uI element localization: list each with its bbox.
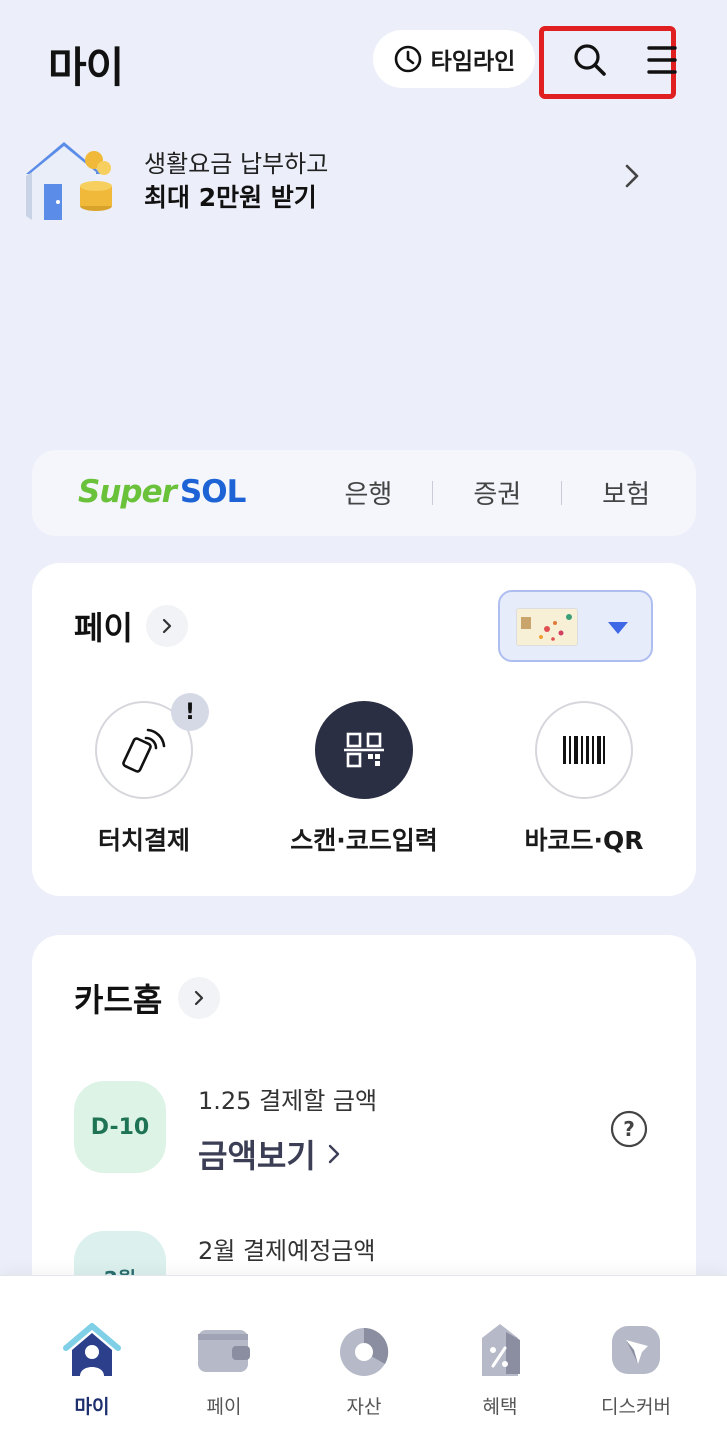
payment-due-label: 1.25 결제할 금액 bbox=[198, 1087, 378, 1115]
promo-line2: 최대 2만원 받기 bbox=[144, 183, 317, 212]
chevron-right-icon bbox=[162, 618, 172, 634]
divider bbox=[561, 480, 563, 505]
view-amount-link[interactable]: 금액보기 bbox=[198, 1131, 342, 1177]
divider bbox=[432, 480, 434, 505]
cardhome-more-button[interactable] bbox=[178, 977, 220, 1019]
link-securities[interactable]: 증권 bbox=[473, 474, 521, 511]
supersol-strip: Super SOL 은행 증권 보험 bbox=[32, 450, 696, 536]
chevron-down-icon bbox=[608, 622, 628, 634]
svg-text:?: ? bbox=[623, 1117, 635, 1141]
search-button[interactable] bbox=[568, 38, 612, 82]
nav-item-benefits[interactable]: 혜택 bbox=[440, 1318, 560, 1419]
pay-title[interactable]: 페이 bbox=[74, 603, 133, 649]
touch-pay-action[interactable]: ! 터치결제 bbox=[64, 693, 224, 857]
link-bank[interactable]: 은행 bbox=[344, 474, 392, 511]
qr-scan-icon bbox=[344, 732, 384, 768]
touch-pay-circle: ! bbox=[95, 693, 209, 799]
search-icon bbox=[574, 44, 606, 76]
pay-more-button[interactable] bbox=[146, 605, 188, 647]
promo-banner[interactable]: 생활요금 납부하고 최대 2만원 받기 bbox=[0, 118, 727, 238]
link-insurance[interactable]: 보험 bbox=[602, 474, 650, 511]
scan-code-circle bbox=[315, 701, 413, 799]
wallet-icon bbox=[192, 1318, 256, 1382]
nav-item-pay[interactable]: 페이 bbox=[164, 1318, 284, 1419]
nav-item-my[interactable]: 마이 bbox=[32, 1318, 152, 1419]
chevron-right-icon bbox=[625, 164, 639, 188]
nav-label-benefits: 혜택 bbox=[482, 1396, 518, 1418]
nav-label-my: 마이 bbox=[74, 1396, 110, 1418]
card-thumbnail bbox=[516, 608, 578, 646]
nav-item-assets[interactable]: 자산 bbox=[304, 1318, 424, 1419]
nav-item-discover[interactable]: 디스커버 bbox=[576, 1318, 696, 1419]
logo-sol-text: SOL bbox=[179, 474, 246, 510]
house-coins-icon bbox=[26, 142, 112, 220]
help-icon[interactable]: ? bbox=[610, 1110, 648, 1148]
card-selector-dropdown[interactable] bbox=[498, 590, 653, 662]
menu-button[interactable] bbox=[640, 38, 684, 82]
pie-chart-icon bbox=[332, 1318, 396, 1382]
clock-icon bbox=[394, 45, 421, 73]
header: 마이 타임라인 bbox=[0, 0, 727, 120]
pay-card: 페이 ! 터치결제 스캔·코드입력 바코드·QR bbox=[32, 563, 696, 896]
chevron-right-icon bbox=[328, 1144, 339, 1164]
promo-line1: 생활요금 납부하고 bbox=[144, 150, 329, 178]
logo-super-text: Super bbox=[78, 474, 177, 510]
barcode-qr-label: 바코드·QR bbox=[524, 826, 644, 855]
barcode-icon bbox=[563, 736, 605, 764]
scan-code-action[interactable]: 스캔·코드입력 bbox=[284, 701, 444, 857]
card-art-icon bbox=[521, 614, 572, 641]
hamburger-icon bbox=[647, 46, 677, 74]
compass-icon bbox=[604, 1318, 668, 1382]
view-amount-text: 금액보기 bbox=[198, 1137, 316, 1175]
supersol-links: 은행 증권 보험 bbox=[344, 474, 650, 511]
home-person-icon bbox=[60, 1318, 124, 1382]
nav-label-discover: 디스커버 bbox=[601, 1396, 671, 1418]
chevron-right-icon bbox=[194, 990, 204, 1006]
nav-label-assets: 자산 bbox=[346, 1396, 382, 1418]
page-title: 마이 bbox=[48, 43, 124, 92]
expected-payment-label: 2월 결제예정금액 bbox=[198, 1237, 376, 1265]
alert-badge: ! bbox=[171, 693, 209, 731]
touch-pay-label: 터치결제 bbox=[97, 826, 190, 855]
barcode-qr-action[interactable]: 바코드·QR bbox=[504, 701, 664, 857]
barcode-qr-circle bbox=[535, 701, 633, 799]
supersol-logo[interactable]: Super SOL bbox=[78, 472, 246, 512]
tag-percent-icon bbox=[468, 1318, 532, 1382]
bottom-nav: 마이 페이 자산 혜택 디스커버 bbox=[0, 1275, 727, 1440]
nav-label-pay: 페이 bbox=[206, 1396, 242, 1418]
cardhome-title[interactable]: 카드홈 bbox=[74, 975, 162, 1021]
scan-code-label: 스캔·코드입력 bbox=[290, 826, 438, 855]
timeline-label: 타임라인 bbox=[430, 49, 516, 75]
dday-badge: D-10 bbox=[74, 1081, 166, 1173]
phone-nfc-icon bbox=[122, 728, 166, 773]
timeline-button[interactable]: 타임라인 bbox=[373, 30, 535, 88]
